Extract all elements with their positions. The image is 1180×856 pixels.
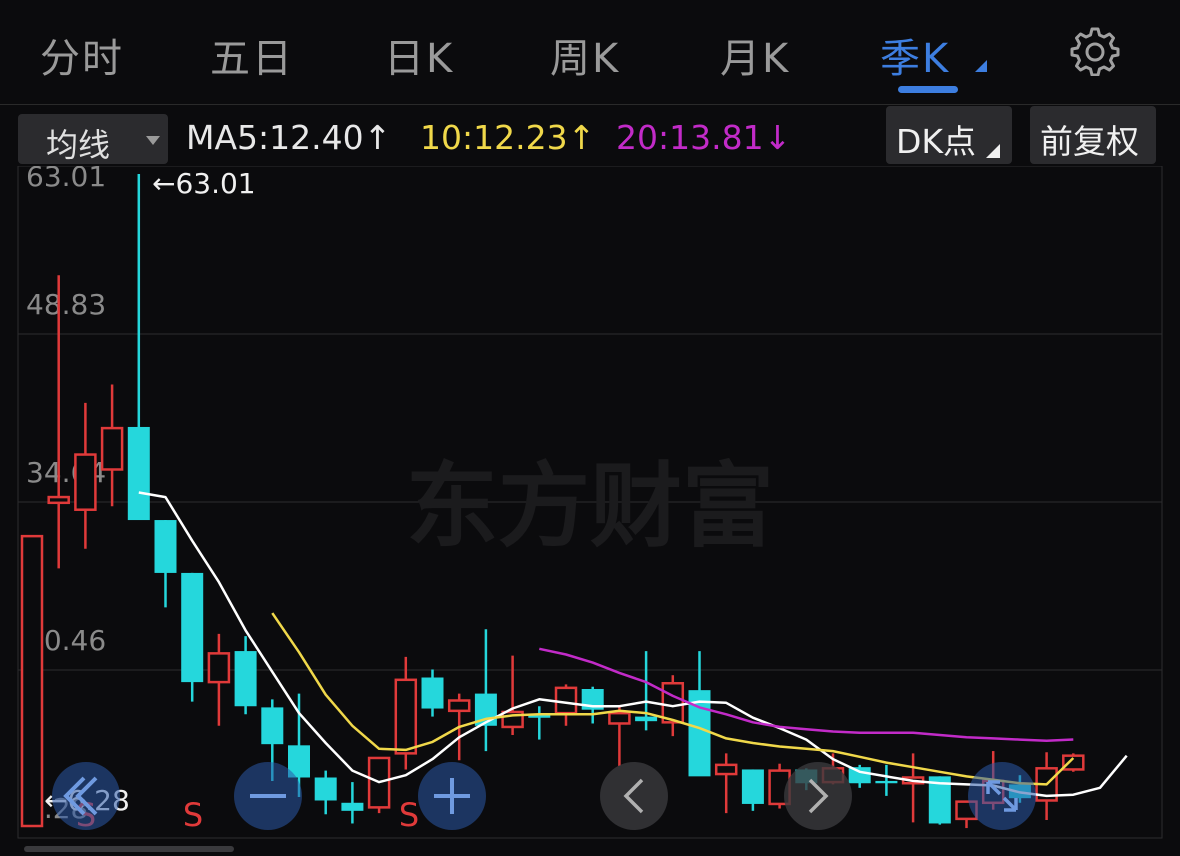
- candle-body: [20, 534, 44, 828]
- candle-body: [714, 763, 738, 776]
- candle-down: [127, 174, 150, 521]
- tab-weekly-k[interactable]: 周K: [550, 26, 620, 84]
- candle-down: [341, 782, 364, 824]
- chevron-down-icon: [146, 136, 160, 145]
- candle-down: [875, 764, 898, 796]
- candle-up: [901, 753, 925, 823]
- candle-body: [127, 426, 150, 521]
- candle-up: [608, 705, 631, 767]
- candle-body: [635, 716, 658, 722]
- active-tab-indicator: [898, 86, 958, 93]
- candle-body: [741, 769, 764, 804]
- candle-down: [421, 669, 444, 717]
- candle-down: [474, 629, 497, 752]
- tab-dropdown-caret-icon[interactable]: [975, 60, 987, 72]
- candle-up: [554, 684, 578, 726]
- candle-body: [447, 699, 471, 713]
- tab-intraday[interactable]: 分时: [40, 26, 124, 84]
- scroll-indicator[interactable]: [24, 846, 234, 852]
- watermark: 东方财富: [406, 453, 774, 560]
- tab-monthly-k[interactable]: 月K: [720, 26, 790, 84]
- candle-body: [1062, 754, 1085, 771]
- candle-up: [207, 633, 231, 726]
- dk-point-label: DK点: [896, 122, 977, 161]
- candle-body: [661, 682, 685, 724]
- candle-body: [207, 652, 231, 684]
- candle-body: [261, 707, 284, 745]
- candle-down: [154, 520, 177, 608]
- y-tick-label: 63.01: [26, 166, 106, 193]
- zoom-out-button[interactable]: [234, 762, 302, 830]
- candle-body: [74, 453, 97, 511]
- indicator-select-label: 均线: [46, 126, 111, 164]
- header-divider: [0, 104, 1180, 105]
- candle-body: [314, 777, 337, 801]
- candle-up: [367, 756, 391, 814]
- period-tab-bar: 分时 五日 日K 周K 月K 季K: [0, 0, 1180, 104]
- candle-body: [234, 651, 257, 707]
- candle-body: [154, 520, 177, 573]
- tab-quarterly-k[interactable]: 季K: [880, 26, 950, 84]
- ma10-value: 10:12.23↑: [420, 118, 596, 157]
- fullscreen-button[interactable]: [968, 762, 1036, 830]
- candle-body: [554, 686, 578, 715]
- sell-signal-marker: S: [183, 796, 203, 834]
- candle-down: [181, 572, 204, 702]
- candle-up: [20, 534, 44, 828]
- candle-down: [635, 651, 658, 731]
- zoom-in-button[interactable]: [418, 762, 486, 830]
- tab-five-day[interactable]: 五日: [210, 26, 294, 84]
- high-price-annotation: ←63.01: [152, 167, 256, 200]
- dk-point-button[interactable]: DK点: [886, 106, 1012, 164]
- candle-body: [47, 495, 70, 505]
- forward-adjust-button[interactable]: 前复权: [1030, 106, 1156, 164]
- ma20-value: 20:13.81↓: [616, 118, 792, 157]
- kline-chart[interactable]: 东方财富 63.0148.8334.6420.466.28 ←63.01←6.2…: [0, 160, 1180, 852]
- scroll-left-button[interactable]: [52, 762, 120, 830]
- candle-up: [74, 402, 97, 549]
- candle-body: [100, 426, 124, 471]
- candle-body: [875, 780, 898, 784]
- previous-button[interactable]: [600, 762, 668, 830]
- candle-up: [1062, 753, 1085, 772]
- candle-up: [714, 753, 738, 814]
- candle-up: [394, 656, 418, 770]
- candle-down: [314, 770, 337, 815]
- candle-body: [181, 572, 204, 683]
- indicator-toolbar: 均线 MA5:12.40↑ 10:12.23↑ 20:13.81↓ DK点 前复…: [0, 106, 1180, 166]
- candle-body: [421, 677, 444, 709]
- candle-body: [848, 767, 871, 784]
- tab-daily-k[interactable]: 日K: [384, 26, 454, 84]
- y-tick-label: 48.83: [26, 288, 106, 321]
- candle-body: [394, 678, 418, 755]
- gear-icon[interactable]: [1070, 26, 1120, 76]
- candle-down: [528, 706, 551, 740]
- candle-down: [234, 636, 257, 715]
- candle-down: [741, 769, 764, 811]
- candle-up: [501, 655, 524, 735]
- ma5-value: MA5:12.40↑: [186, 118, 392, 157]
- candle-body: [608, 711, 631, 725]
- candle-body: [341, 802, 364, 811]
- sell-signal-marker: S: [399, 796, 419, 834]
- kline-chart-svg: 东方财富 63.0148.8334.6420.466.28 ←63.01←6.2…: [17, 160, 1163, 852]
- forward-adjust-label: 前复权: [1040, 122, 1139, 161]
- candle-up: [1035, 752, 1058, 821]
- dk-dropdown-caret-icon: [986, 144, 1000, 158]
- next-button[interactable]: [784, 762, 852, 830]
- indicator-select[interactable]: 均线: [18, 114, 168, 164]
